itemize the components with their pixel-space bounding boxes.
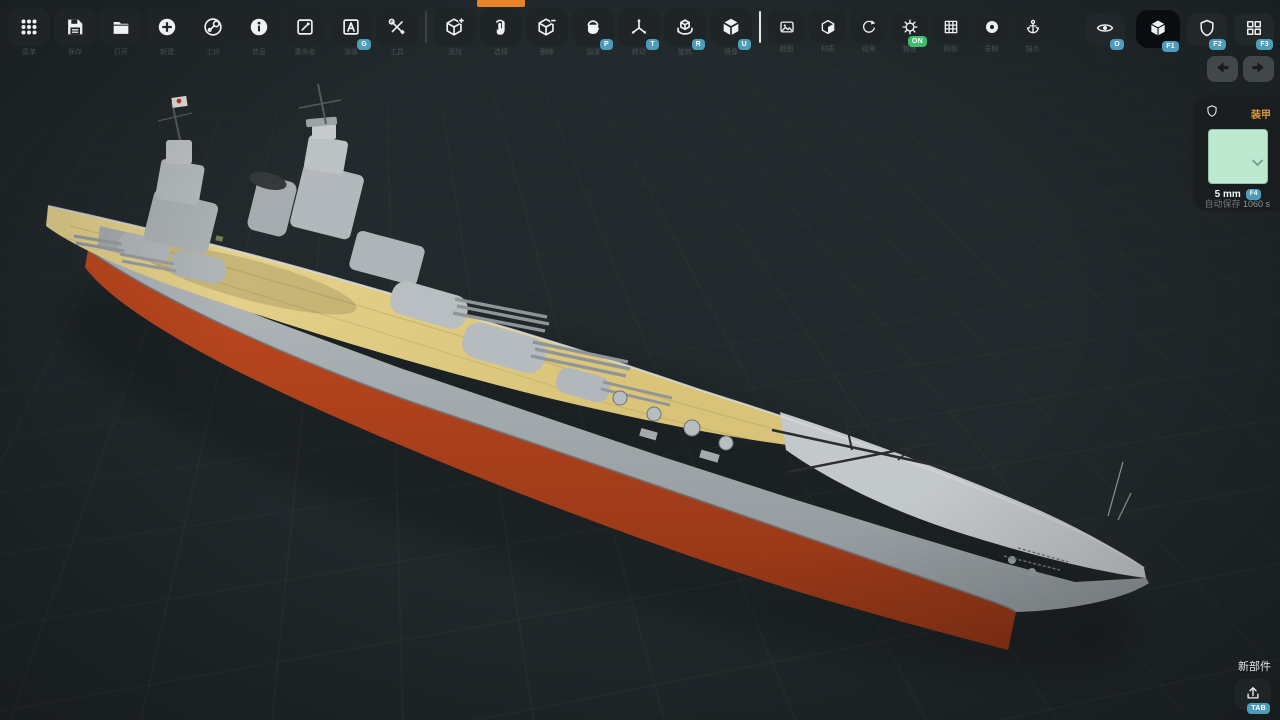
eye-icon	[1095, 18, 1115, 41]
mirror-tool-button[interactable]: U 镜像	[710, 8, 752, 46]
new-button[interactable]: 新建	[146, 8, 188, 46]
shaded-cube-icon	[819, 18, 837, 36]
record-icon	[983, 18, 1001, 36]
autosave-countdown: 1060 s	[1243, 199, 1270, 209]
shortcut-badge: T	[646, 39, 659, 50]
steam-workshop-button[interactable]: 工坊	[192, 8, 234, 46]
history-controls	[1207, 56, 1274, 82]
save-floppy-icon	[64, 16, 86, 38]
cube-plus-icon	[444, 16, 466, 38]
paint-tool-button[interactable]: P 油漆	[572, 8, 614, 46]
info-button[interactable]: 信息	[238, 8, 280, 46]
shortcut-badge: F2	[1209, 39, 1226, 50]
folder-icon	[110, 16, 132, 38]
screenshot-button[interactable]: 截图	[768, 10, 805, 43]
rotate-tool-button[interactable]: R 旋转	[664, 8, 706, 46]
material-view-button[interactable]: 材质	[809, 10, 846, 43]
edit-pencil-icon	[294, 16, 316, 38]
four-squares-icon	[1244, 18, 1264, 41]
solid-cube-icon	[720, 16, 742, 38]
apps-grid-icon	[18, 16, 40, 38]
state-badge: ON	[908, 36, 927, 47]
3d-viewport[interactable]	[0, 0, 1280, 720]
text-decal-button[interactable]: G 涂装	[330, 8, 372, 46]
shortcut-badge: F1	[1162, 41, 1179, 52]
letter-a-square-icon	[340, 16, 362, 38]
select-tool-button[interactable]: 选择	[480, 8, 522, 46]
tools-wrench-icon	[386, 16, 408, 38]
physics-settings-button[interactable]: ON 物理	[891, 10, 928, 43]
main-toolbar: 菜单 保存 打开 新建	[8, 8, 1051, 46]
record-button[interactable]: 录制	[973, 10, 1010, 43]
open-button[interactable]: 打开	[100, 8, 142, 46]
block-mode-button[interactable]: F1	[1136, 10, 1180, 48]
shortcut-badge: U	[738, 39, 751, 50]
save-button[interactable]: 保存	[54, 8, 96, 46]
translate-tool-button[interactable]: T 移动	[618, 8, 660, 46]
shield-icon	[1205, 104, 1219, 123]
hand-pointer-icon	[490, 16, 512, 38]
chevron-down-icon	[1252, 159, 1263, 167]
shortcut-badge: G	[357, 39, 371, 50]
shortcut-badge: R	[692, 39, 705, 50]
modules-mode-button[interactable]: F3	[1234, 13, 1274, 46]
menu-button[interactable]: 菜单	[8, 8, 50, 46]
add-block-button[interactable]: 添加	[434, 8, 476, 46]
toolbar-separator	[759, 11, 761, 43]
shield-icon	[1197, 18, 1217, 41]
armor-panel-header: 装甲	[1202, 104, 1274, 123]
gear-icon	[901, 18, 919, 36]
active-tool-indicator	[477, 0, 525, 7]
rotate-cube-icon	[674, 16, 696, 38]
anchor-icon	[1024, 18, 1042, 36]
plus-circle-icon	[156, 16, 178, 38]
shortcut-badge: TAB	[1247, 703, 1270, 714]
move-axes-icon	[628, 16, 650, 38]
arrow-right-icon	[1250, 59, 1267, 79]
remove-block-button[interactable]: 删除	[526, 8, 568, 46]
armor-mode-button[interactable]: F2	[1187, 13, 1227, 46]
info-icon	[248, 16, 270, 38]
grid-icon	[942, 18, 960, 36]
shortcut-badge: P	[600, 39, 613, 50]
new-parts-label: 新部件	[1238, 658, 1271, 674]
image-icon	[778, 18, 796, 36]
anchor-button[interactable]: 锚点	[1014, 10, 1051, 43]
arrow-left-icon	[1214, 59, 1231, 79]
rename-button[interactable]: 重命名	[284, 8, 326, 46]
paint-bucket-icon	[582, 16, 604, 38]
battleship-model	[0, 0, 1280, 720]
visibility-button[interactable]: O	[1085, 13, 1125, 46]
toolbar-separator	[425, 11, 427, 43]
solid-cube-icon	[1148, 18, 1168, 41]
autosave-status: 自动保存 1060 s	[1204, 197, 1270, 210]
shortcut-badge: F3	[1256, 39, 1273, 50]
steam-icon	[202, 16, 224, 38]
orbit-view-button[interactable]: 视角	[850, 10, 887, 43]
tools-button[interactable]: 工具	[376, 8, 418, 46]
armor-panel-title: 装甲	[1251, 106, 1271, 121]
cube-minus-icon	[536, 16, 558, 38]
autosave-label: 自动保存	[1204, 199, 1240, 209]
undo-button[interactable]	[1207, 56, 1238, 82]
redo-button[interactable]	[1243, 56, 1274, 82]
upload-arrow-icon	[1244, 684, 1262, 705]
shortcut-badge: O	[1110, 39, 1124, 50]
view-mode-cluster: O F1 F2 F3	[1085, 10, 1274, 48]
grid-toggle-button[interactable]: 网格	[932, 10, 969, 43]
armor-material-swatch[interactable]	[1208, 129, 1268, 184]
open-parts-drawer-button[interactable]: TAB	[1235, 679, 1271, 710]
rotate-arrow-icon	[860, 18, 878, 36]
armor-panel: 装甲 5 mm F4	[1195, 97, 1280, 207]
